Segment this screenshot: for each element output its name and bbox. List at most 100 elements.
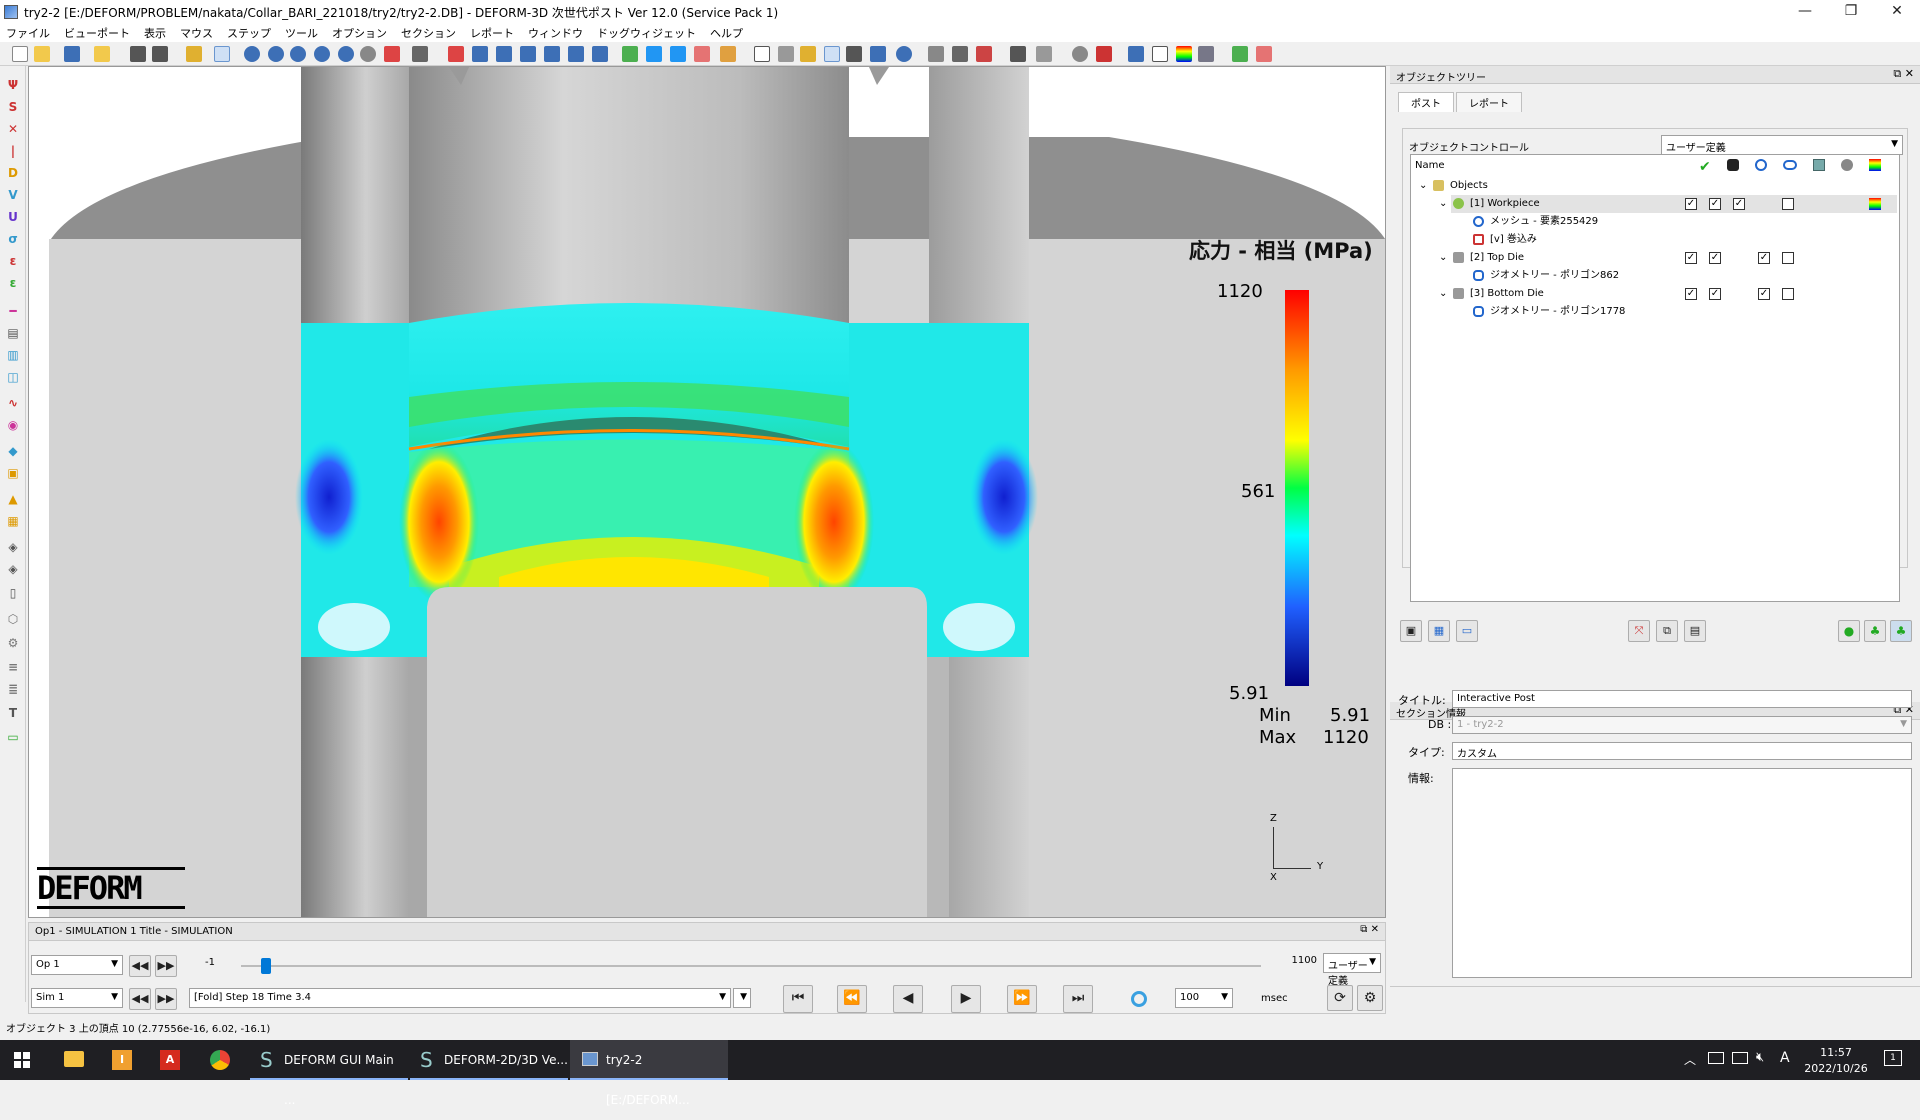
- settings-button[interactable]: ⚙: [1357, 985, 1383, 1011]
- dock-close-icon[interactable]: ⧉ ✕: [1893, 67, 1914, 81]
- tree-row-checkbox[interactable]: [1782, 252, 1794, 264]
- panel-close-icon[interactable]: ⧉ ✕: [1360, 924, 1379, 935]
- legend-icon[interactable]: [1152, 46, 1168, 62]
- stress-icon[interactable]: σ: [6, 232, 20, 246]
- first-step-button[interactable]: ⏮: [783, 985, 813, 1013]
- tab-report[interactable]: レポート: [1456, 92, 1522, 112]
- save-icon[interactable]: [64, 46, 80, 62]
- view-yz-icon[interactable]: [496, 46, 512, 62]
- rotate-z-icon[interactable]: [338, 46, 354, 62]
- simulation-select[interactable]: Sim 1 ▼: [31, 988, 123, 1008]
- step-slider-track[interactable]: [241, 958, 1261, 974]
- velocity-icon[interactable]: V: [6, 188, 20, 202]
- notification-icon[interactable]: 1: [1884, 1050, 1902, 1066]
- rotate-y-icon[interactable]: [314, 46, 330, 62]
- temperature-icon[interactable]: |: [6, 144, 20, 158]
- step-slider-thumb[interactable]: [261, 958, 272, 974]
- axis-icon[interactable]: [448, 46, 464, 62]
- menu-window[interactable]: ウィンドウ: [528, 25, 583, 41]
- last-step-button[interactable]: ⏭: [1063, 985, 1093, 1013]
- mesh-column-icon[interactable]: [1755, 159, 1767, 171]
- chrome-icon[interactable]: [210, 1050, 230, 1070]
- pinned-app-i-icon[interactable]: I: [112, 1050, 132, 1070]
- zoom-icon[interactable]: [360, 46, 376, 62]
- zoom-box-icon[interactable]: [384, 46, 400, 62]
- section-type-field[interactable]: カスタム: [1452, 742, 1912, 760]
- tab-post[interactable]: ポスト: [1398, 92, 1454, 112]
- window-icon[interactable]: [754, 46, 770, 62]
- cube-icon[interactable]: ◈: [6, 540, 20, 554]
- database-icon[interactable]: ▣: [6, 466, 20, 480]
- tree-row-checkbox[interactable]: ✓: [1685, 198, 1697, 210]
- graph-icon[interactable]: ▥: [6, 348, 20, 362]
- background-icon[interactable]: [1198, 46, 1214, 62]
- mesh-toggle-icon[interactable]: ▦: [1428, 620, 1450, 642]
- marker-icon[interactable]: [1096, 46, 1112, 62]
- magnet-icon[interactable]: [976, 46, 992, 62]
- text-tool-icon[interactable]: T: [6, 706, 20, 720]
- visible-column-icon[interactable]: ✔: [1699, 159, 1711, 175]
- flow-icon[interactable]: ▲: [6, 492, 20, 506]
- tree-row-checkbox[interactable]: ✓: [1709, 198, 1721, 210]
- boundary-column-icon[interactable]: [1813, 159, 1825, 171]
- mode-select[interactable]: ユーザー定義 ▼: [1323, 953, 1381, 987]
- load-stroke-icon[interactable]: ◫: [6, 370, 20, 384]
- menu-dock-widget[interactable]: ドッグウィジェット: [597, 25, 696, 41]
- next-op-button[interactable]: ▶▶: [155, 955, 177, 977]
- tree-row-checkbox[interactable]: ✓: [1733, 198, 1745, 210]
- menu-tools[interactable]: ツール: [285, 25, 318, 41]
- pan-icon[interactable]: [244, 46, 260, 62]
- wire-icon[interactable]: [646, 46, 662, 62]
- rotate-x-icon[interactable]: [290, 46, 306, 62]
- menu-report[interactable]: レポート: [470, 25, 514, 41]
- cube-copy-icon[interactable]: ◈: [6, 562, 20, 576]
- play-reverse-button[interactable]: ◀: [893, 985, 923, 1013]
- step-back-button[interactable]: ⏪: [837, 985, 867, 1013]
- tray-display-icon[interactable]: [1732, 1052, 1748, 1064]
- tree-row[interactable]: ジオメトリー - ポリゴン862: [1459, 267, 1619, 285]
- operation-select[interactable]: Op 1 ▼: [31, 955, 123, 975]
- tree-row[interactable]: ⌄ [2] Top Die: [1439, 249, 1524, 267]
- minimize-button[interactable]: —: [1782, 0, 1828, 24]
- file-explorer-icon[interactable]: [64, 1051, 84, 1067]
- summary-icon[interactable]: ▤: [6, 326, 20, 340]
- camera-icon[interactable]: [800, 46, 816, 62]
- colorbar-icon[interactable]: [1176, 46, 1192, 62]
- view-iso-icon[interactable]: [544, 46, 560, 62]
- zoom-fit-icon[interactable]: [778, 46, 794, 62]
- group-select-icon[interactable]: ♣: [1890, 620, 1912, 642]
- frame-icon[interactable]: [1036, 46, 1052, 62]
- play-circle-icon[interactable]: [896, 46, 912, 62]
- view-xy-icon[interactable]: [472, 46, 488, 62]
- ruler-icon[interactable]: [186, 46, 202, 62]
- taskbar-app-deform-gui[interactable]: S DEFORM GUI Main ...: [250, 1040, 408, 1107]
- acrobat-icon[interactable]: A: [160, 1050, 180, 1070]
- variable-icon[interactable]: Ψ: [6, 78, 20, 92]
- stop-icon[interactable]: [1072, 46, 1088, 62]
- tree-row[interactable]: メッシュ - 要素255429: [1459, 213, 1598, 231]
- taskbar-app-try2-2[interactable]: try2-2 [E:/DEFORM...: [570, 1040, 728, 1107]
- menu-section[interactable]: セクション: [401, 25, 456, 41]
- export-icon[interactable]: [94, 46, 110, 62]
- render-icon[interactable]: [130, 46, 146, 62]
- tray-clock-date[interactable]: 2022/10/26: [1800, 1062, 1872, 1075]
- windows-start-icon[interactable]: [14, 1052, 30, 1068]
- gear-icon[interactable]: ⚙: [6, 636, 20, 650]
- view-zx-icon[interactable]: [520, 46, 536, 62]
- tree-row-checkbox[interactable]: [1782, 198, 1794, 210]
- curve-icon[interactable]: ∿: [6, 396, 20, 410]
- rotate-icon[interactable]: [268, 46, 284, 62]
- tree-row[interactable]: [v] 巻込み: [1459, 231, 1537, 249]
- taskbar-app-deform-2d3d[interactable]: S DEFORM-2D/3D Ve...: [410, 1040, 568, 1080]
- play-button[interactable]: ▶: [951, 985, 981, 1013]
- displacement-icon[interactable]: U: [6, 210, 20, 224]
- tree-row-checkbox[interactable]: ✓: [1685, 252, 1697, 264]
- dock-in-icon[interactable]: [1232, 46, 1248, 62]
- loop-icon[interactable]: [1131, 991, 1147, 1007]
- probe-icon[interactable]: [928, 46, 944, 62]
- speed-select[interactable]: 100 ▼: [1175, 988, 1233, 1008]
- menu-help[interactable]: ヘルプ: [710, 25, 743, 41]
- prev-op-button[interactable]: ◀◀: [129, 955, 151, 977]
- stack-icon[interactable]: ≡: [6, 660, 20, 674]
- menu-options[interactable]: オプション: [332, 25, 387, 41]
